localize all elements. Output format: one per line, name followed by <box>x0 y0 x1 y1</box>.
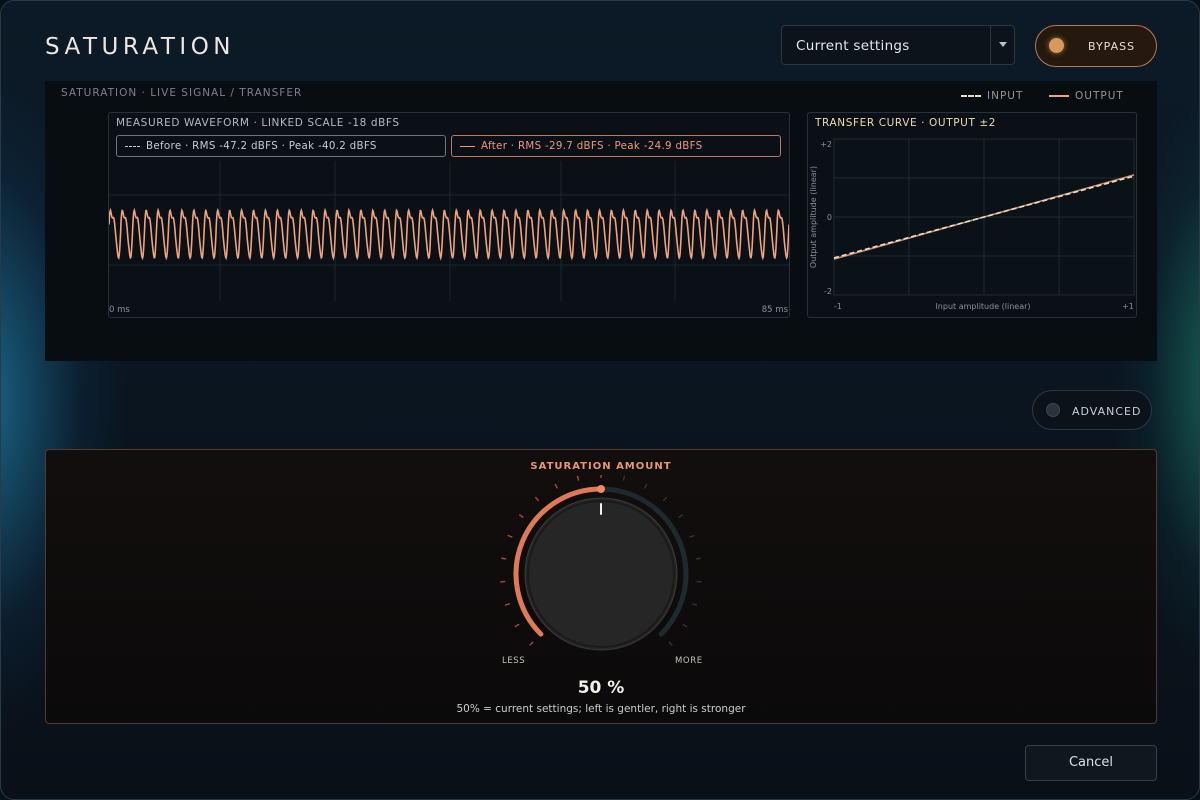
knob-body <box>524 497 678 651</box>
monitor-title: SATURATION · LIVE SIGNAL / TRANSFER <box>61 87 303 99</box>
transfer-y-tick-bottom: -2 <box>824 287 832 296</box>
dashed-line-icon <box>125 145 140 147</box>
knob-tick <box>695 557 701 560</box>
knob-value-dot <box>597 485 605 493</box>
dashed-line-icon <box>961 95 981 97</box>
transfer-y-axis-label: Output amplitude (linear) <box>809 166 818 268</box>
bypass-led-icon <box>1049 38 1064 53</box>
advanced-toggle[interactable]: ADVANCED <box>1032 390 1152 430</box>
saturation-value: 50 % <box>577 678 625 698</box>
after-stats-chip[interactable]: After · RMS -29.7 dBFS · Peak -24.9 dBFS <box>451 135 781 157</box>
knob-tick <box>662 496 668 502</box>
transfer-y-tick-mid: 0 <box>827 213 832 222</box>
before-stats-label: Before · RMS -47.2 dBFS · Peak -40.2 dBF… <box>146 140 377 152</box>
knob-tick <box>622 475 626 481</box>
before-stats-chip[interactable]: Before · RMS -47.2 dBFS · Peak -40.2 dBF… <box>116 135 446 157</box>
bypass-label: BYPASS <box>1088 40 1136 53</box>
knob-tick <box>644 483 648 489</box>
advanced-led-icon <box>1046 403 1060 417</box>
knob-tick <box>518 514 524 519</box>
preset-dropdown[interactable]: Current settings <box>781 25 1015 65</box>
knob-tick <box>682 623 688 628</box>
transfer-plot: +2 0 -2-1 +1 Input amplitude (linear) Output … <box>809 138 1135 311</box>
solid-line-icon <box>1049 95 1069 97</box>
waveform-title: MEASURED WAVEFORM · LINKED SCALE -18 dBF… <box>116 117 400 129</box>
saturation-hint: 50% = current settings; left is gentler,… <box>456 703 746 715</box>
transfer-x-tick-left: -1 <box>834 302 842 311</box>
legend-input: INPUT <box>961 90 1023 102</box>
legend-output: OUTPUT <box>1049 90 1124 102</box>
plugin-window: SATURATION Current settings BYPASS SATUR… <box>0 0 1200 800</box>
legend-output-label: OUTPUT <box>1075 90 1124 102</box>
knob-tick <box>534 496 540 502</box>
saturation-amount-title: SATURATION AMOUNT <box>530 461 672 472</box>
after-stats-label: After · RMS -29.7 dBFS · Peak -24.9 dBFS <box>481 140 703 152</box>
knob-tick <box>689 534 695 538</box>
preset-value: Current settings <box>796 38 910 54</box>
knob-tick <box>576 475 580 481</box>
knob-tick <box>668 641 673 646</box>
chevron-down-icon[interactable] <box>999 42 1007 47</box>
transfer-curve-chart: TRANSFER CURVE · OUTPUT ±2 +2 0 -2 -1 +1 Inpu… <box>807 112 1137 318</box>
solid-line-icon <box>460 145 475 147</box>
knob-tick <box>554 483 558 489</box>
transfer-x-axis-label: Input amplitude (linear) <box>935 302 1030 311</box>
signal-monitor-panel: SATURATION · LIVE SIGNAL / TRANSFER INPU… <box>45 81 1157 361</box>
waveform-x-start: 0 ms <box>109 305 130 315</box>
knob-tick <box>507 534 513 538</box>
after-waveform-line <box>109 207 789 261</box>
waveform-chart: MEASURED WAVEFORM · LINKED SCALE -18 dBF… <box>108 112 790 318</box>
knob-tick <box>514 623 520 628</box>
advanced-label: ADVANCED <box>1072 405 1142 418</box>
knob-tick <box>504 603 510 606</box>
saturation-knob[interactable] <box>491 475 711 665</box>
transfer-x-tick-right: +1 <box>1122 302 1134 311</box>
knob-tick <box>692 603 698 606</box>
waveform-x-end: 85 ms <box>761 305 788 315</box>
bypass-toggle[interactable]: BYPASS <box>1035 25 1157 67</box>
knob-max-label: MORE <box>675 656 703 666</box>
knob-tick <box>678 514 684 519</box>
plugin-title: SATURATION <box>45 34 235 60</box>
knob-min-label: LESS <box>502 656 526 666</box>
waveform-plot <box>109 161 789 301</box>
dropdown-separator <box>990 26 991 64</box>
transfer-y-tick-top: +2 <box>820 140 832 149</box>
legend-input-label: INPUT <box>987 90 1024 102</box>
saturation-amount-panel: SATURATION AMOUNT LESS MORE 50 % 50% = c… <box>45 449 1157 724</box>
knob-tick <box>529 641 534 646</box>
knob-tick <box>501 557 507 560</box>
cancel-button[interactable]: Cancel <box>1025 745 1157 781</box>
